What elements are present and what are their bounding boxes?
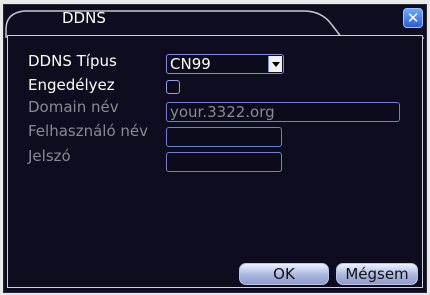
settings-panel: DDNS Típus CN99 Engedélyez Domain név yo… [7, 35, 423, 288]
ddns-type-select[interactable]: CN99 [166, 54, 284, 74]
close-icon: ✕ [406, 9, 420, 27]
password-label: Jelszó [28, 147, 71, 165]
username-row: Felhasználó név [8, 122, 422, 147]
domain-row: Domain név your.3322.org [8, 98, 422, 122]
dialog-title: DDNS [62, 9, 106, 27]
enable-label: Engedélyez [28, 76, 115, 94]
enable-checkbox[interactable] [166, 80, 180, 94]
domain-label: Domain név [28, 98, 119, 116]
enable-row: Engedélyez [8, 76, 422, 98]
ddns-type-row: DDNS Típus CN99 [8, 52, 422, 74]
password-input[interactable] [166, 152, 282, 172]
ddns-type-value: CN99 [170, 55, 211, 73]
username-label: Felhasználó név [28, 122, 149, 140]
ddns-type-label: DDNS Típus [28, 52, 117, 70]
title-bar: DDNS ✕ [4, 5, 426, 39]
password-row: Jelszó [8, 147, 422, 172]
domain-input[interactable]: your.3322.org [166, 102, 400, 122]
ddns-dialog: DDNS ✕ DDNS Típus CN99 Engedélyez Domain… [3, 4, 427, 293]
ok-button[interactable]: OK [239, 263, 329, 285]
username-input[interactable] [166, 127, 282, 147]
domain-value: your.3322.org [170, 103, 275, 121]
chevron-down-icon[interactable] [268, 56, 282, 72]
cancel-button[interactable]: Mégsem [336, 263, 418, 285]
close-button[interactable]: ✕ [403, 8, 423, 28]
